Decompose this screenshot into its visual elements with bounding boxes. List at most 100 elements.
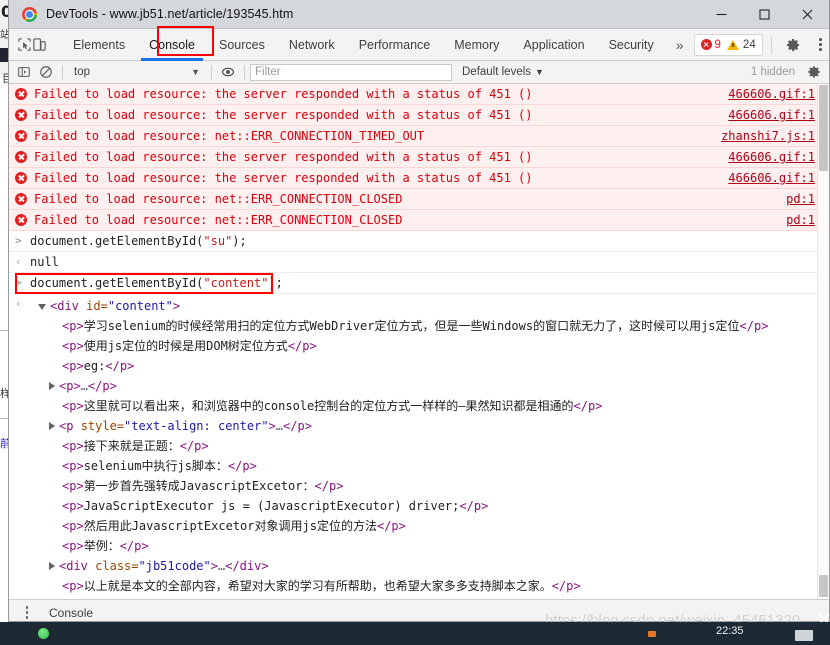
maximize-icon[interactable] (743, 0, 786, 29)
dom-node-p[interactable]: <p> 以上就是本文的全部内容，希望对大家的学习有所帮助，也希望大家多多支持脚本之… (30, 576, 768, 596)
notification-icon[interactable] (795, 630, 813, 641)
tab-performance[interactable]: Performance (347, 29, 443, 61)
output-arrow-icon: ‹ (15, 297, 22, 310)
error-count: 9 (714, 38, 721, 51)
dom-text: 然后用此JavascriptExcetor对象调用js定位的方法 (83, 519, 377, 533)
console-message-row[interactable]: Failed to load resource: net::ERR_CONNEC… (9, 126, 829, 147)
dom-text: JavaScriptExecutor js = (JavascriptExecu… (83, 499, 460, 513)
dom-node-p[interactable]: <p> 举例： </p> (30, 536, 768, 556)
toolbar-right-group: 9 24 (693, 32, 829, 58)
devtools-toolbar: Elements Console Sources Network Perform… (9, 29, 829, 61)
dom-node-p[interactable]: <p> selenium中执行js脚本： </p> (30, 456, 768, 476)
console-scrollbar-thumb[interactable] (819, 85, 828, 171)
console-message-source-link[interactable]: 466606.gif:1 (728, 108, 815, 122)
clear-console-icon[interactable] (35, 61, 57, 83)
console-output[interactable]: Failed to load resource: the server resp… (9, 84, 829, 599)
console-message-row[interactable]: Failed to load resource: the server resp… (9, 105, 829, 126)
minimize-icon[interactable] (700, 0, 743, 29)
device-toolbar-icon[interactable] (32, 32, 47, 58)
dom-node-p[interactable]: <p> 然后用此JavascriptExcetor对象调用js定位的方法 </p> (30, 516, 768, 536)
drawer-tab-console[interactable]: Console (49, 606, 93, 620)
console-message-source-link[interactable]: pd:1 (786, 213, 815, 227)
inspect-element-icon[interactable] (17, 32, 32, 58)
hidden-messages-count: 1 hidden (750, 66, 795, 78)
issue-counts[interactable]: 9 24 (693, 33, 763, 56)
console-message-row[interactable]: Failed to load resource: the server resp… (9, 168, 829, 189)
dom-tree[interactable]: < div id = "content" > <p> 学习selenium的时候经常用扫的… (30, 294, 768, 599)
console-message-source-link[interactable]: 466606.gif:1 (728, 150, 815, 164)
title-bar: DevTools - www.jb51.net/article/193545.h… (9, 0, 829, 29)
gear-icon[interactable] (780, 32, 806, 58)
console-scrollbar[interactable] (817, 84, 829, 599)
console-message-source-link[interactable]: pd:1 (786, 192, 815, 206)
dom-ellipsis: … (80, 379, 88, 393)
dom-node-p[interactable]: <p> 这里就可以看出来，和浏览器中的console控制台的定位方式一样样的—果然… (30, 396, 768, 416)
console-settings-gear-icon[interactable] (803, 61, 825, 83)
console-message-text: Failed to load resource: the server resp… (34, 108, 533, 122)
live-expression-icon[interactable] (217, 61, 239, 83)
tab-network[interactable]: Network (277, 29, 347, 61)
dom-attr-name: style (80, 419, 117, 433)
dom-ellipsis: … (217, 559, 226, 573)
dom-tag-name: div (57, 299, 79, 313)
chrome-logo-icon (22, 6, 37, 22)
kebab-menu-icon[interactable] (18, 606, 36, 619)
dom-node-div-jb51code[interactable]: <div class = "jb51code" >… </div> (30, 556, 768, 576)
expand-triangle-icon[interactable] (49, 562, 55, 570)
app-icon[interactable] (648, 631, 656, 637)
console-input-row-highlighted[interactable]: > document.getElementById("content"); (9, 273, 829, 294)
dom-node-p[interactable]: <p> eg: </p> (30, 356, 768, 376)
start-orb-icon[interactable] (38, 628, 49, 639)
taskbar-clock[interactable]: 22:35 (716, 625, 744, 637)
tab-application[interactable]: Application (511, 29, 596, 61)
expand-triangle-icon[interactable] (38, 304, 46, 310)
more-tabs-chevron-icon[interactable]: » (666, 29, 694, 61)
output-arrow-icon: ‹ (15, 255, 22, 268)
devtools-window: DevTools - www.jb51.net/article/193545.h… (8, 0, 830, 622)
dom-node-p-collapsed[interactable]: <p>… </p> (30, 376, 768, 396)
dom-node-p[interactable]: <p> JavaScriptExecutor js = (JavascriptEx… (30, 496, 768, 516)
console-message-text: Failed to load resource: the server resp… (34, 171, 533, 185)
log-levels-label: Default levels (462, 66, 532, 78)
console-message-text: Failed to load resource: net::ERR_CONNEC… (34, 129, 425, 143)
log-levels-dropdown[interactable]: Default levels ▼ (462, 66, 544, 78)
console-input-row[interactable]: > document.getElementById("su"); (9, 231, 829, 252)
console-input-code: document.getElementById("content"); (30, 276, 283, 290)
console-scrollbar-thumb-secondary[interactable] (819, 575, 828, 597)
kebab-menu-icon[interactable] (812, 38, 829, 51)
dom-node-p[interactable]: <p> 使用js定位的时候是用DOM树定位方式 </p> (30, 336, 768, 356)
console-sidebar-icon[interactable] (13, 61, 35, 83)
tab-memory[interactable]: Memory (442, 29, 511, 61)
tab-security[interactable]: Security (597, 29, 666, 61)
dom-node-p[interactable]: <p> 第一步首先强转成JavascriptExcetor： </p> (30, 476, 768, 496)
dom-node-p[interactable]: <p> 接下来就是正题： </p> (30, 436, 768, 456)
dom-text: selenium中执行js脚本： (83, 459, 228, 473)
expand-triangle-icon[interactable] (49, 382, 55, 390)
dom-node-p-styled[interactable]: <p style = "text-align: center" >… </p> (30, 416, 768, 436)
filterbar-divider (62, 64, 63, 80)
console-message-source-link[interactable]: 466606.gif:1 (728, 171, 815, 185)
expand-triangle-icon[interactable] (49, 422, 55, 430)
console-message-source-link[interactable]: zhanshi7.js:1 (721, 129, 815, 143)
filterbar-divider (211, 64, 212, 80)
dom-bracket: > (172, 299, 181, 313)
tab-elements[interactable]: Elements (61, 29, 137, 61)
console-message-row[interactable]: Failed to load resource: net::ERR_CONNEC… (9, 210, 829, 231)
console-input-code: document.getElementById("su"); (30, 234, 247, 248)
dom-text: 接下来就是正题： (83, 439, 180, 453)
filter-input[interactable]: Filter (250, 63, 452, 81)
warning-count: 24 (742, 38, 756, 51)
tab-sources[interactable]: Sources (207, 29, 277, 61)
dom-node-root[interactable]: < div id = "content" > (30, 296, 768, 316)
console-message-row[interactable]: Failed to load resource: net::ERR_CONNEC… (9, 189, 829, 210)
dom-text: 第一步首先强转成JavascriptExcetor： (83, 479, 315, 493)
console-message-source-link[interactable]: 466606.gif:1 (728, 87, 815, 101)
console-message-row[interactable]: Failed to load resource: the server resp… (9, 84, 829, 105)
dom-node-div-artxg[interactable]: <div class="art_xg">…</div> (30, 596, 768, 599)
close-icon[interactable] (786, 0, 829, 29)
execution-context-select[interactable]: top ▼ (68, 63, 206, 82)
dom-attr-value: "art_xg" (139, 596, 197, 599)
console-message-row[interactable]: Failed to load resource: the server resp… (9, 147, 829, 168)
dom-node-p[interactable]: <p> 学习selenium的时候经常用扫的定位方式WebDriver定位方式，但… (30, 316, 768, 336)
tab-console[interactable]: Console (137, 29, 207, 61)
